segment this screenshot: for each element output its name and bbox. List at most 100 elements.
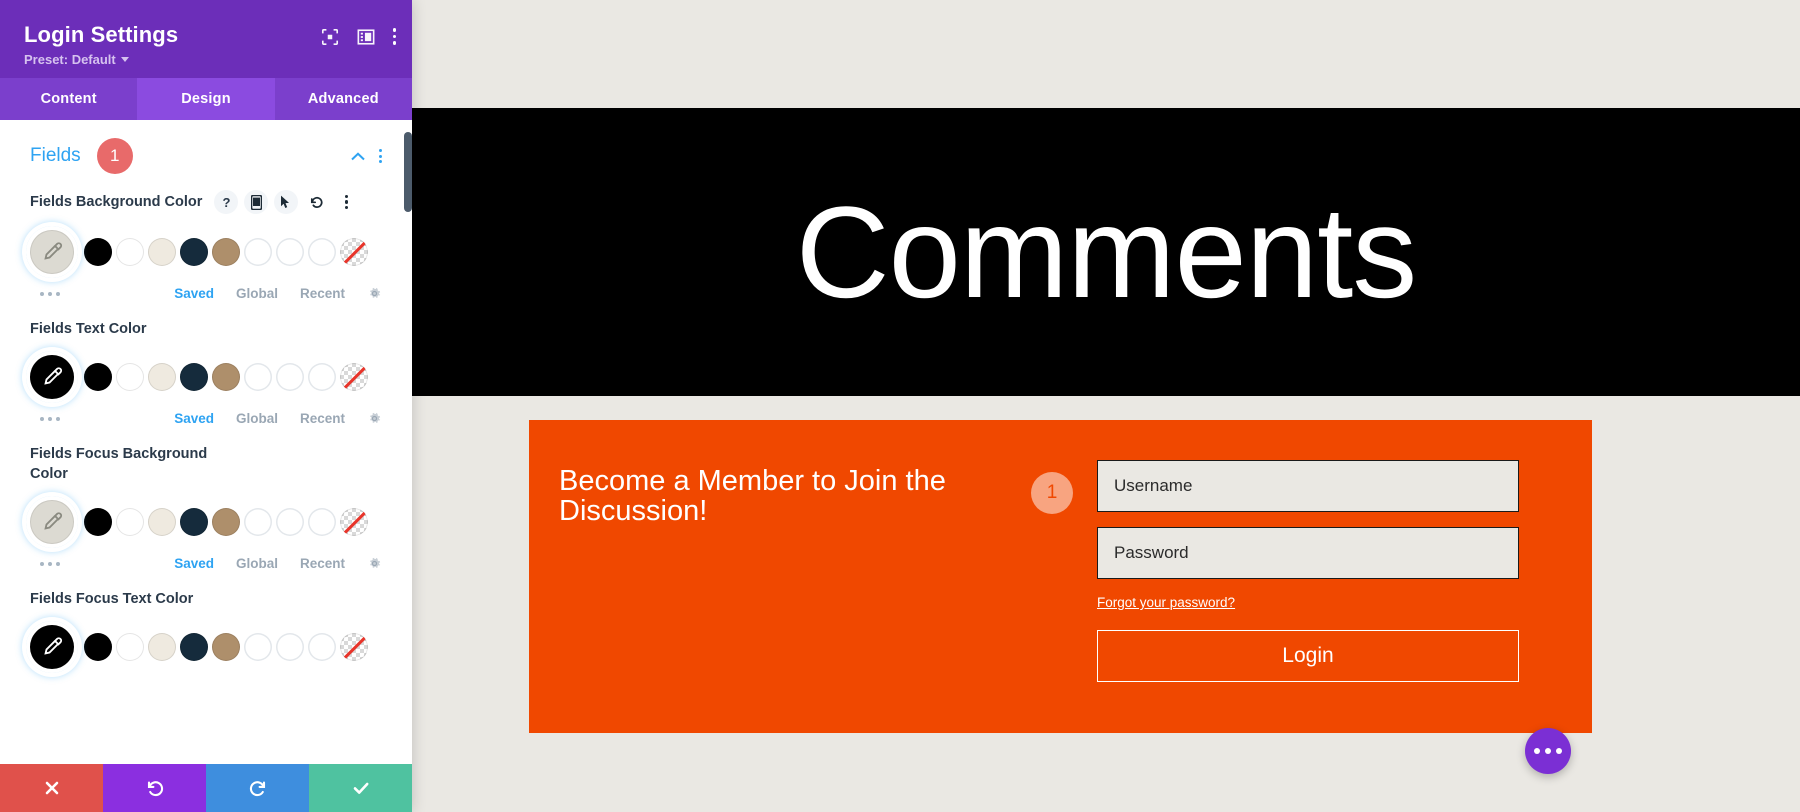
scrollbar-thumb[interactable] <box>404 132 412 212</box>
palette-tab-recent[interactable]: Recent <box>300 556 345 571</box>
swatch-black[interactable] <box>84 363 112 391</box>
gear-icon[interactable] <box>367 556 382 571</box>
responsive-mobile-icon[interactable] <box>244 190 269 214</box>
section-title[interactable]: Fields <box>30 145 81 167</box>
active-color-swatch[interactable] <box>26 496 78 548</box>
section-header-fields: Fields 1 <box>30 138 382 174</box>
swatch-dark-navy[interactable] <box>180 363 208 391</box>
swatch-black[interactable] <box>84 238 112 266</box>
swatch-cream[interactable] <box>148 508 176 536</box>
divi-builder-screen: Login Settings Preset: Default Content D… <box>0 0 1800 812</box>
palette-tab-global[interactable]: Global <box>236 411 278 426</box>
palette-tab-global[interactable]: Global <box>236 556 278 571</box>
swatch-empty-2[interactable] <box>276 508 304 536</box>
help-icon[interactable]: ? <box>214 190 239 214</box>
preset-label: Preset: Default <box>24 51 116 67</box>
gear-icon[interactable] <box>367 286 382 301</box>
swatch-meta-row: Saved Global Recent <box>30 286 382 301</box>
swatch-empty-2[interactable] <box>276 633 304 661</box>
chevron-up-icon[interactable] <box>351 151 365 161</box>
undo-button[interactable] <box>103 764 206 812</box>
swatch-empty-2[interactable] <box>276 363 304 391</box>
field-kebab-menu-icon[interactable] <box>334 190 358 214</box>
username-input[interactable]: Username <box>1097 460 1519 512</box>
field-label: Fields Focus Text Color <box>30 591 194 607</box>
swatch-cream[interactable] <box>148 363 176 391</box>
field-fields-focus-background-color: Fields Focus Background Color Saved Glob… <box>30 444 382 571</box>
swatch-empty-3[interactable] <box>308 238 336 266</box>
tab-design[interactable]: Design <box>137 78 275 120</box>
swatch-black[interactable] <box>84 508 112 536</box>
swatch-empty-3[interactable] <box>308 363 336 391</box>
hero-title: Comments <box>795 179 1417 325</box>
palette-tab-global[interactable]: Global <box>236 286 278 301</box>
field-fields-background-color: Fields Background Color ? Saved Global R… <box>30 190 382 301</box>
swatch-empty-3[interactable] <box>308 633 336 661</box>
swatch-empty-1[interactable] <box>244 508 272 536</box>
swatch-cream[interactable] <box>148 633 176 661</box>
login-module-left: Become a Member to Join the Discussion! … <box>529 420 1089 527</box>
palette-tab-recent[interactable]: Recent <box>300 411 345 426</box>
panel-scrollbar[interactable] <box>404 120 412 764</box>
password-input[interactable]: Password <box>1097 527 1519 579</box>
more-options-fab[interactable] <box>1525 728 1571 774</box>
cancel-button[interactable] <box>0 764 103 812</box>
login-button[interactable]: Login <box>1097 630 1519 682</box>
layout-panel-icon[interactable] <box>357 28 375 46</box>
tab-content[interactable]: Content <box>0 78 137 120</box>
swatch-dark-navy[interactable] <box>180 238 208 266</box>
swatch-white[interactable] <box>116 633 144 661</box>
swatch-empty-3[interactable] <box>308 508 336 536</box>
swatch-white[interactable] <box>116 238 144 266</box>
swatch-transparent[interactable] <box>340 363 368 391</box>
swatch-white[interactable] <box>116 363 144 391</box>
swatch-transparent[interactable] <box>340 238 368 266</box>
forgot-password-link[interactable]: Forgot your password? <box>1097 595 1235 610</box>
login-module-badge: 1 <box>1031 472 1073 514</box>
palette-tab-saved[interactable]: Saved <box>174 556 214 571</box>
active-color-swatch[interactable] <box>26 226 78 278</box>
more-colors-icon[interactable] <box>40 416 60 421</box>
hover-cursor-icon[interactable] <box>274 190 299 214</box>
section-kebab-menu-icon[interactable] <box>379 149 382 163</box>
preset-selector[interactable]: Preset: Default <box>24 52 178 67</box>
swatch-dark-navy[interactable] <box>180 633 208 661</box>
palette-tab-saved[interactable]: Saved <box>174 411 214 426</box>
palette-tab-recent[interactable]: Recent <box>300 286 345 301</box>
page-title: Login Settings <box>24 21 179 47</box>
reset-icon[interactable] <box>304 190 328 214</box>
tab-advanced[interactable]: Advanced <box>275 78 412 120</box>
field-label: Fields Text Color <box>30 321 147 337</box>
swatch-empty-1[interactable] <box>244 238 272 266</box>
swatch-transparent[interactable] <box>340 633 368 661</box>
color-swatch-row <box>26 496 382 548</box>
swatch-tan[interactable] <box>212 633 240 661</box>
swatch-tan[interactable] <box>212 508 240 536</box>
swatch-cream[interactable] <box>148 238 176 266</box>
swatch-meta-row: Saved Global Recent <box>30 411 382 426</box>
kebab-menu-icon[interactable] <box>392 28 396 45</box>
swatch-transparent[interactable] <box>340 508 368 536</box>
swatch-dark-navy[interactable] <box>180 508 208 536</box>
swatch-tan[interactable] <box>212 363 240 391</box>
palette-tab-saved[interactable]: Saved <box>174 286 214 301</box>
save-button[interactable] <box>309 764 412 812</box>
swatch-tan[interactable] <box>212 238 240 266</box>
more-colors-icon[interactable] <box>40 561 60 566</box>
page-preview: Comments Become a Member to Join the Dis… <box>412 0 1800 812</box>
more-colors-icon[interactable] <box>40 291 60 296</box>
focus-target-icon[interactable] <box>321 28 339 46</box>
login-module[interactable]: Become a Member to Join the Discussion! … <box>529 420 1592 733</box>
swatch-empty-2[interactable] <box>276 238 304 266</box>
swatch-white[interactable] <box>116 508 144 536</box>
field-fields-focus-text-color: Fields Focus Text Color <box>30 589 382 673</box>
redo-button[interactable] <box>206 764 309 812</box>
swatch-empty-1[interactable] <box>244 363 272 391</box>
active-color-swatch[interactable] <box>26 351 78 403</box>
gear-icon[interactable] <box>367 411 382 426</box>
swatch-empty-1[interactable] <box>244 633 272 661</box>
active-color-swatch[interactable] <box>26 621 78 673</box>
swatch-black[interactable] <box>84 633 112 661</box>
panel-body: Fields 1 Fields Background Color ? Saved… <box>0 120 412 764</box>
panel-header: Login Settings Preset: Default <box>0 0 412 78</box>
